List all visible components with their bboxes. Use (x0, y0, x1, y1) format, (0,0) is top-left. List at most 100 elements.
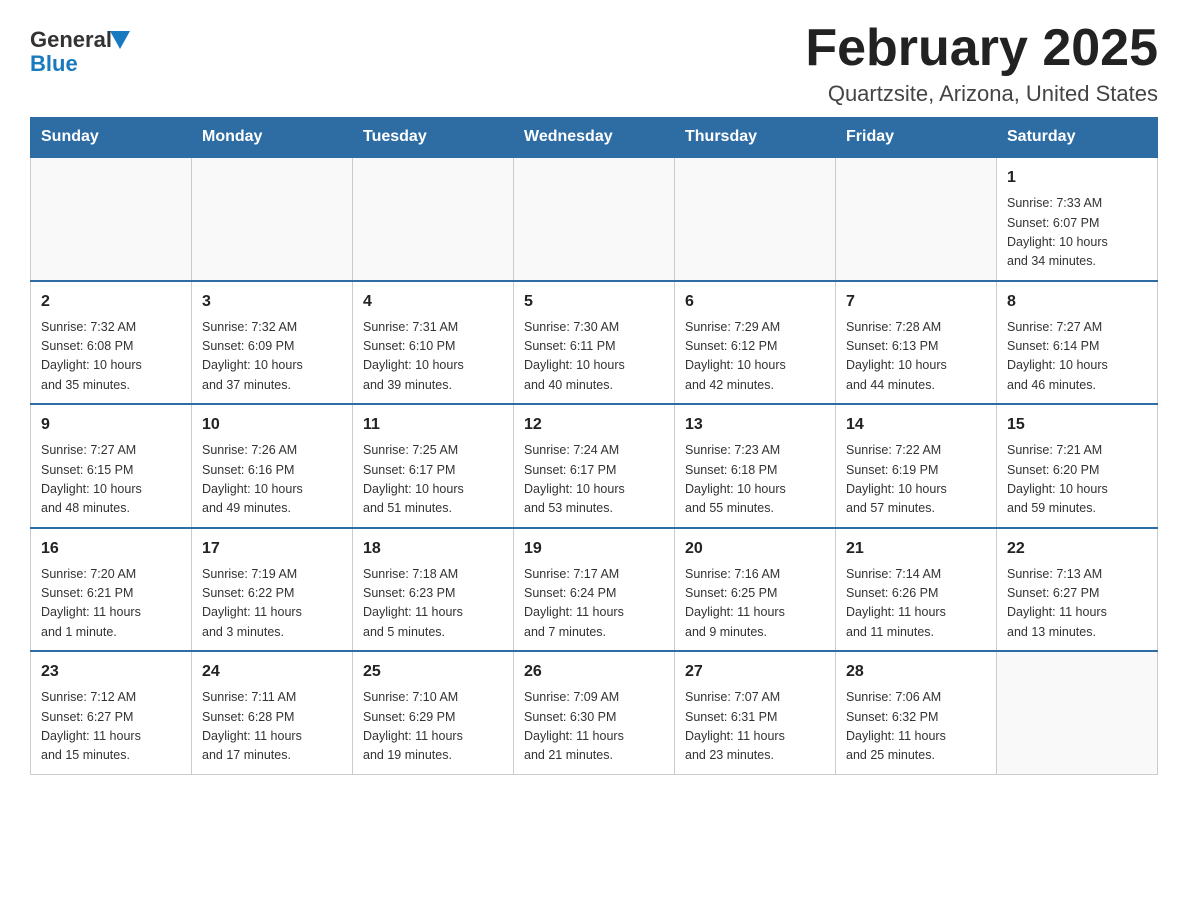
day-info: Sunrise: 7:22 AM Sunset: 6:19 PM Dayligh… (846, 441, 986, 519)
week-row-2: 2 Sunrise: 7:32 AM Sunset: 6:08 PM Daylig… (31, 281, 1158, 405)
calendar-cell: 12Sunrise: 7:24 AM Sunset: 6:17 PM Dayli… (514, 404, 675, 528)
day-info: Sunrise: 7:27 AM Sunset: 6:14 PM Dayligh… (1007, 318, 1147, 396)
day-number: 28 (846, 660, 986, 684)
calendar-cell: 14 Sunrise: 7:22 AM Sunset: 6:19 PM Dayli… (836, 404, 997, 528)
day-number: 4 (363, 290, 503, 314)
title-block: February 2025 Quartzsite, Arizona, Unite… (805, 20, 1158, 107)
calendar-cell: 11 Sunrise: 7:25 AM Sunset: 6:17 PM Dayli… (353, 404, 514, 528)
calendar-cell: 27Sunrise: 7:07 AM Sunset: 6:31 PM Dayli… (675, 651, 836, 774)
day-number: 6 (685, 290, 825, 314)
day-info: Sunrise: 7:10 AM Sunset: 6:29 PM Dayligh… (363, 688, 503, 766)
calendar-table: SundayMondayTuesdayWednesdayThursdayFrid… (30, 117, 1158, 775)
calendar-cell: 16Sunrise: 7:20 AM Sunset: 6:21 PM Dayli… (31, 528, 192, 652)
day-number: 7 (846, 290, 986, 314)
weekday-header-sunday: Sunday (31, 118, 192, 158)
day-number: 27 (685, 660, 825, 684)
weekday-header-row: SundayMondayTuesdayWednesdayThursdayFrid… (31, 118, 1158, 158)
weekday-header-thursday: Thursday (675, 118, 836, 158)
day-number: 20 (685, 537, 825, 561)
calendar-cell: 18 Sunrise: 7:18 AM Sunset: 6:23 PM Dayli… (353, 528, 514, 652)
calendar-title: February 2025 (805, 20, 1158, 77)
day-number: 1 (1007, 166, 1147, 190)
calendar-cell: 25 Sunrise: 7:10 AM Sunset: 6:29 PM Dayli… (353, 651, 514, 774)
logo-wordmark: General Blue (30, 28, 130, 76)
calendar-cell: 20 Sunrise: 7:16 AM Sunset: 6:25 PM Dayli… (675, 528, 836, 652)
week-row-5: 23Sunrise: 7:12 AM Sunset: 6:27 PM Dayli… (31, 651, 1158, 774)
calendar-cell (31, 157, 192, 281)
week-row-3: 9 Sunrise: 7:27 AM Sunset: 6:15 PM Daylig… (31, 404, 1158, 528)
logo-blue-text: Blue (30, 51, 78, 76)
day-number: 21 (846, 537, 986, 561)
day-info: Sunrise: 7:31 AM Sunset: 6:10 PM Dayligh… (363, 318, 503, 396)
calendar-cell (675, 157, 836, 281)
day-info: Sunrise: 7:32 AM Sunset: 6:09 PM Dayligh… (202, 318, 342, 396)
day-number: 2 (41, 290, 181, 314)
day-info: Sunrise: 7:24 AM Sunset: 6:17 PM Dayligh… (524, 441, 664, 519)
calendar-cell: 22Sunrise: 7:13 AM Sunset: 6:27 PM Dayli… (997, 528, 1158, 652)
calendar-cell: 23Sunrise: 7:12 AM Sunset: 6:27 PM Dayli… (31, 651, 192, 774)
calendar-cell (514, 157, 675, 281)
day-info: Sunrise: 7:32 AM Sunset: 6:08 PM Dayligh… (41, 318, 181, 396)
calendar-cell: 24 Sunrise: 7:11 AM Sunset: 6:28 PM Dayli… (192, 651, 353, 774)
logo-general-text: General (30, 28, 112, 52)
calendar-cell (192, 157, 353, 281)
calendar-cell: 6 Sunrise: 7:29 AM Sunset: 6:12 PM Daylig… (675, 281, 836, 405)
calendar-cell: 1 Sunrise: 7:33 AM Sunset: 6:07 PM Daylig… (997, 157, 1158, 281)
calendar-cell: 9 Sunrise: 7:27 AM Sunset: 6:15 PM Daylig… (31, 404, 192, 528)
day-number: 5 (524, 290, 664, 314)
day-number: 19 (524, 537, 664, 561)
week-row-1: 1 Sunrise: 7:33 AM Sunset: 6:07 PM Daylig… (31, 157, 1158, 281)
weekday-header-saturday: Saturday (997, 118, 1158, 158)
calendar-cell: 17Sunrise: 7:19 AM Sunset: 6:22 PM Dayli… (192, 528, 353, 652)
calendar-cell: 19 Sunrise: 7:17 AM Sunset: 6:24 PM Dayli… (514, 528, 675, 652)
day-info: Sunrise: 7:18 AM Sunset: 6:23 PM Dayligh… (363, 565, 503, 643)
day-info: Sunrise: 7:33 AM Sunset: 6:07 PM Dayligh… (1007, 194, 1147, 272)
calendar-cell: 5 Sunrise: 7:30 AM Sunset: 6:11 PM Daylig… (514, 281, 675, 405)
calendar-cell: 2 Sunrise: 7:32 AM Sunset: 6:08 PM Daylig… (31, 281, 192, 405)
day-number: 25 (363, 660, 503, 684)
calendar-cell: 15Sunrise: 7:21 AM Sunset: 6:20 PM Dayli… (997, 404, 1158, 528)
day-number: 15 (1007, 413, 1147, 437)
day-number: 22 (1007, 537, 1147, 561)
day-info: Sunrise: 7:06 AM Sunset: 6:32 PM Dayligh… (846, 688, 986, 766)
day-info: Sunrise: 7:26 AM Sunset: 6:16 PM Dayligh… (202, 441, 342, 519)
day-number: 3 (202, 290, 342, 314)
calendar-cell: 10 Sunrise: 7:26 AM Sunset: 6:16 PM Dayli… (192, 404, 353, 528)
day-info: Sunrise: 7:09 AM Sunset: 6:30 PM Dayligh… (524, 688, 664, 766)
day-number: 16 (41, 537, 181, 561)
day-number: 18 (363, 537, 503, 561)
day-number: 13 (685, 413, 825, 437)
day-info: Sunrise: 7:11 AM Sunset: 6:28 PM Dayligh… (202, 688, 342, 766)
weekday-header-monday: Monday (192, 118, 353, 158)
day-info: Sunrise: 7:16 AM Sunset: 6:25 PM Dayligh… (685, 565, 825, 643)
calendar-subtitle: Quartzsite, Arizona, United States (805, 81, 1158, 107)
weekday-header-friday: Friday (836, 118, 997, 158)
calendar-cell: 21 Sunrise: 7:14 AM Sunset: 6:26 PM Dayli… (836, 528, 997, 652)
day-number: 8 (1007, 290, 1147, 314)
calendar-cell (836, 157, 997, 281)
day-info: Sunrise: 7:19 AM Sunset: 6:22 PM Dayligh… (202, 565, 342, 643)
calendar-cell: 13 Sunrise: 7:23 AM Sunset: 6:18 PM Dayli… (675, 404, 836, 528)
day-info: Sunrise: 7:25 AM Sunset: 6:17 PM Dayligh… (363, 441, 503, 519)
day-number: 10 (202, 413, 342, 437)
day-number: 11 (363, 413, 503, 437)
day-info: Sunrise: 7:17 AM Sunset: 6:24 PM Dayligh… (524, 565, 664, 643)
day-number: 23 (41, 660, 181, 684)
calendar-cell (353, 157, 514, 281)
day-info: Sunrise: 7:23 AM Sunset: 6:18 PM Dayligh… (685, 441, 825, 519)
day-number: 24 (202, 660, 342, 684)
logo-triangle-icon (110, 31, 130, 49)
day-info: Sunrise: 7:27 AM Sunset: 6:15 PM Dayligh… (41, 441, 181, 519)
week-row-4: 16Sunrise: 7:20 AM Sunset: 6:21 PM Dayli… (31, 528, 1158, 652)
day-number: 14 (846, 413, 986, 437)
day-info: Sunrise: 7:29 AM Sunset: 6:12 PM Dayligh… (685, 318, 825, 396)
calendar-cell: 26 Sunrise: 7:09 AM Sunset: 6:30 PM Dayli… (514, 651, 675, 774)
day-info: Sunrise: 7:30 AM Sunset: 6:11 PM Dayligh… (524, 318, 664, 396)
day-info: Sunrise: 7:14 AM Sunset: 6:26 PM Dayligh… (846, 565, 986, 643)
day-number: 26 (524, 660, 664, 684)
day-info: Sunrise: 7:28 AM Sunset: 6:13 PM Dayligh… (846, 318, 986, 396)
calendar-cell: 7 Sunrise: 7:28 AM Sunset: 6:13 PM Daylig… (836, 281, 997, 405)
logo: General Blue (30, 20, 130, 76)
day-number: 9 (41, 413, 181, 437)
weekday-header-tuesday: Tuesday (353, 118, 514, 158)
